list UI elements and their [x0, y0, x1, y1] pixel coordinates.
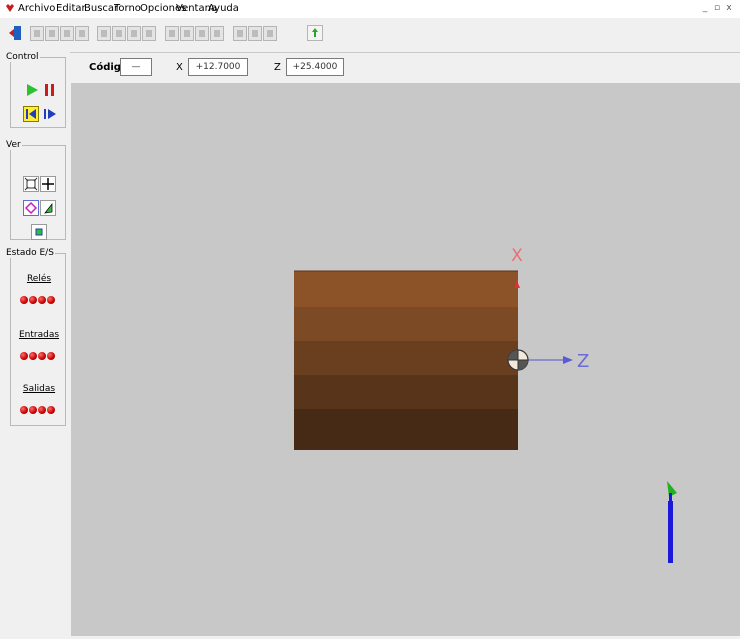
led-indicator	[20, 352, 28, 360]
led-indicator	[20, 406, 28, 414]
help-button[interactable]	[307, 25, 323, 41]
workpiece-band	[294, 307, 518, 341]
codigo-field: —	[120, 58, 152, 76]
rotate-view-button[interactable]	[23, 200, 39, 216]
lathe-viewport[interactable]: X Z	[71, 83, 740, 636]
tool-icon	[44, 202, 53, 214]
pause-button[interactable]	[42, 82, 58, 98]
reset-view-button[interactable]	[31, 224, 47, 240]
move-icon	[42, 178, 54, 190]
exit-icon[interactable]	[7, 24, 23, 42]
workpiece-stock	[294, 270, 518, 450]
io-status-group: Estado E/S Relés Entradas Salidas	[6, 248, 66, 426]
toolbar	[0, 18, 740, 53]
led-indicator	[29, 352, 37, 360]
save-file-button[interactable]	[60, 26, 74, 41]
menu-ayuda[interactable]: Ayuda	[208, 3, 239, 14]
reles-label: Relés	[26, 274, 52, 284]
window-controls: _ ▫ x	[700, 3, 734, 14]
find-next-button[interactable]	[180, 26, 194, 41]
step-forward-icon	[44, 109, 56, 119]
entradas-leds	[20, 352, 55, 360]
cutting-tool	[667, 481, 677, 563]
pause-icon	[45, 84, 54, 96]
print-button[interactable]	[97, 26, 111, 41]
menu-torno[interactable]: Torno	[114, 3, 141, 14]
control-group: Control	[6, 52, 66, 128]
menu-bar: Archivo Editar Buscar Torno Opciones Ven…	[0, 0, 740, 19]
play-icon	[27, 84, 38, 96]
rewind-icon	[26, 109, 36, 119]
led-indicator	[38, 296, 46, 304]
z-label: Z	[274, 62, 281, 73]
led-indicator	[38, 406, 46, 414]
restore-button[interactable]: ▫	[712, 3, 722, 14]
tool-view-button[interactable]	[40, 200, 56, 216]
step-forward-button[interactable]	[42, 106, 58, 122]
z-position-field: +25.4000	[286, 58, 344, 76]
ver-title: Ver	[6, 140, 21, 150]
help-arrow-icon	[312, 28, 318, 37]
zoom-fit-icon	[24, 177, 38, 191]
save-as-button[interactable]	[75, 26, 89, 41]
step-button[interactable]	[248, 26, 262, 41]
workpiece-band	[294, 341, 518, 375]
copy-button[interactable]	[127, 26, 141, 41]
entradas-label: Entradas	[18, 330, 60, 340]
led-indicator	[38, 352, 46, 360]
x-label: X	[176, 62, 183, 73]
open-file-button[interactable]	[45, 26, 59, 41]
goto-line-button[interactable]	[210, 26, 224, 41]
simulate-button[interactable]	[233, 26, 247, 41]
menu-archivo[interactable]: Archivo	[18, 3, 55, 14]
control-title: Control	[6, 52, 39, 62]
led-indicator	[47, 296, 55, 304]
zoom-fit-button[interactable]	[23, 176, 39, 192]
rewind-button[interactable]	[23, 106, 39, 122]
workpiece-band	[294, 375, 518, 409]
close-button[interactable]: x	[724, 3, 734, 14]
pan-button[interactable]	[40, 176, 56, 192]
z-axis-label: Z	[577, 351, 589, 372]
coordinates-bar: Código — X +12.7000 Z +25.4000	[72, 56, 740, 82]
x-position-field: +12.7000	[188, 58, 248, 76]
paste-button[interactable]	[142, 26, 156, 41]
reles-leds	[20, 296, 55, 304]
view-group: Ver	[6, 140, 66, 240]
x-axis-label: X	[511, 246, 523, 266]
led-indicator	[29, 296, 37, 304]
tool-shank	[669, 493, 672, 503]
reset-view-icon	[35, 228, 43, 236]
workpiece-band	[294, 409, 518, 450]
cut-button[interactable]	[112, 26, 126, 41]
lathe-scene: X Z	[294, 246, 677, 563]
replace-button[interactable]	[195, 26, 209, 41]
new-file-button[interactable]	[30, 26, 44, 41]
app-logo-icon	[6, 4, 14, 12]
led-indicator	[20, 296, 28, 304]
origin-marker-icon	[507, 349, 529, 371]
salidas-label: Salidas	[22, 384, 56, 394]
workpiece-band	[294, 271, 518, 307]
z-axis-arrow	[563, 356, 573, 364]
led-indicator	[29, 406, 37, 414]
z-axis-indicator: Z	[528, 351, 589, 372]
led-indicator	[47, 352, 55, 360]
minimize-button[interactable]: _	[700, 3, 710, 14]
run-button[interactable]	[24, 82, 40, 98]
menu-editar[interactable]: Editar	[56, 3, 86, 14]
target-icon	[24, 201, 38, 215]
side-panel: Control Ver Estado E/S Relés Entradas Sa…	[0, 52, 70, 636]
estado-es-title: Estado E/S	[6, 248, 54, 258]
find-button[interactable]	[165, 26, 179, 41]
led-indicator	[47, 406, 55, 414]
tool-holder	[668, 501, 673, 563]
settings-button[interactable]	[263, 26, 277, 41]
salidas-leds	[20, 406, 55, 414]
